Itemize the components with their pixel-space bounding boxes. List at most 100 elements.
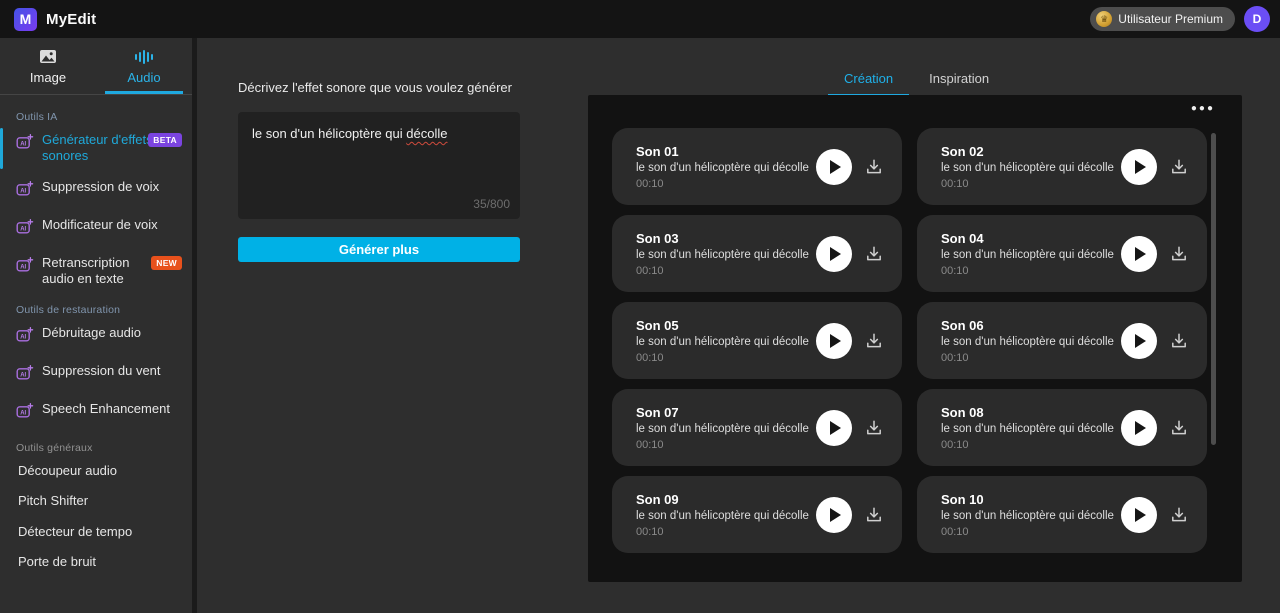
- ai-tool-icon: AI: [16, 218, 34, 241]
- sidebar-item-porte-de-bruit[interactable]: Porte de bruit: [0, 547, 192, 577]
- prompt-label: Décrivez l'effet sonore que vous voulez …: [238, 80, 512, 95]
- download-icon[interactable]: [864, 505, 884, 525]
- sound-card-son-02: Son 02 le son d'un hélicoptère qui décoll…: [917, 128, 1207, 205]
- download-icon[interactable]: [1169, 331, 1189, 351]
- sidebar-item-modificateur-de-voix[interactable]: AI Modificateur de voix: [0, 210, 192, 248]
- premium-label: Utilisateur Premium: [1118, 12, 1223, 26]
- card-description: le son d'un hélicoptère qui décolle: [941, 509, 1114, 522]
- sidebar-item-pitch-shifter[interactable]: Pitch Shifter: [0, 486, 192, 516]
- tab-inspiration[interactable]: Inspiration: [913, 65, 1005, 97]
- sidebar-section-outils-ia: Outils IA AI Générateur d'effets sonores BE…: [0, 111, 192, 294]
- sidebar-item-label: Modificateur de voix: [42, 216, 158, 232]
- audio-waveform-icon: [133, 48, 155, 65]
- download-icon[interactable]: [864, 157, 884, 177]
- myedit-logo-icon[interactable]: M: [14, 7, 37, 31]
- scrollbar-thumb[interactable]: [1211, 133, 1216, 445]
- badge-beta: BETA: [148, 133, 182, 147]
- card-description: le son d'un hélicoptère qui décolle: [636, 422, 809, 435]
- play-button[interactable]: [816, 409, 852, 446]
- sound-card-son-05: Son 05 le son d'un hélicoptère qui décoll…: [612, 302, 902, 379]
- sidebar-item-retranscription-audio-en-texte[interactable]: AI Retranscription audio en texte NEW: [0, 248, 192, 295]
- ai-tool-icon: AI: [16, 326, 34, 349]
- play-button[interactable]: [1121, 322, 1157, 359]
- sidebar-item-suppression-de-voix[interactable]: AI Suppression de voix: [0, 172, 192, 210]
- results-tabs: Création Inspiration: [828, 65, 1005, 97]
- card-duration: 00:10: [941, 264, 969, 277]
- card-text: Son 05 le son d'un hélicoptère qui décoll…: [636, 317, 809, 364]
- play-button[interactable]: [1121, 148, 1157, 185]
- download-icon[interactable]: [1169, 157, 1189, 177]
- card-text: Son 07 le son d'un hélicoptère qui décoll…: [636, 405, 809, 451]
- play-icon: [830, 159, 841, 174]
- card-description: le son d'un hélicoptère qui décolle: [941, 422, 1114, 435]
- prompt-textarea[interactable]: le son d'un hélicoptère qui décolle 35/8…: [238, 112, 520, 219]
- ai-tool-icon: AI: [16, 180, 34, 203]
- sidebar-item-debruitage-audio[interactable]: AI Débruitage audio: [0, 318, 192, 356]
- play-button[interactable]: [816, 148, 852, 185]
- tab-audio-label: Audio: [105, 70, 183, 94]
- play-icon: [1135, 420, 1146, 435]
- sidebar: Image Audio Outils IA AI Générateur d'effe…: [0, 38, 197, 613]
- badge-new: NEW: [151, 255, 182, 270]
- play-icon: [1135, 246, 1146, 261]
- card-duration: 00:10: [941, 351, 969, 364]
- premium-user-badge[interactable]: ♛ Utilisateur Premium: [1090, 7, 1235, 31]
- sound-card-son-06: Son 06 le son d'un hélicoptère qui décoll…: [917, 302, 1207, 379]
- section-header-outils-ia: Outils IA: [16, 111, 58, 123]
- play-button[interactable]: [1121, 496, 1157, 533]
- play-icon: [830, 333, 841, 348]
- sidebar-item-label: Détecteur de tempo: [18, 523, 133, 539]
- topbar: M MyEdit ♛ Utilisateur Premium D: [0, 0, 1280, 38]
- card-text: Son 01 le son d'un hélicoptère qui décoll…: [636, 143, 809, 190]
- card-duration: 00:10: [941, 438, 969, 451]
- sound-card-son-08: Son 08 le son d'un hélicoptère qui décoll…: [917, 389, 1207, 466]
- sidebar-item-speech-enhancement[interactable]: AI Speech Enhancement: [0, 394, 192, 432]
- play-button[interactable]: [816, 496, 852, 533]
- sidebar-item-label: Générateur d'effets sonores: [42, 132, 153, 164]
- card-title: Son 10: [941, 491, 984, 507]
- card-text: Son 02 le son d'un hélicoptère qui décoll…: [941, 143, 1114, 190]
- tab-image[interactable]: Image: [0, 38, 96, 94]
- results-panel: ●●● Son 01 le son d'un hélicoptère qui dé…: [588, 95, 1242, 582]
- more-options-icon[interactable]: ●●●: [1191, 104, 1215, 114]
- card-title: Son 09: [636, 491, 679, 507]
- card-title: Son 02: [941, 143, 984, 159]
- sidebar-item-suppression-du-vent[interactable]: AI Suppression du vent: [0, 356, 192, 394]
- sidebar-item-label: Retranscription audio en texte: [42, 254, 130, 286]
- generate-more-button[interactable]: Générer plus: [238, 237, 520, 262]
- card-duration: 00:10: [636, 264, 664, 277]
- sidebar-item-label: Speech Enhancement: [42, 401, 170, 416]
- card-title: Son 05: [636, 317, 679, 333]
- sidebar-item-generateur-d-effets-sonores[interactable]: AI Générateur d'effets sonores BETA: [0, 125, 192, 172]
- card-text: Son 10 le son d'un hélicoptère qui décoll…: [941, 491, 1114, 538]
- play-button[interactable]: [816, 235, 852, 272]
- play-button[interactable]: [1121, 409, 1157, 446]
- tab-creation[interactable]: Création: [828, 65, 910, 97]
- sidebar-item-detecteur-de-tempo[interactable]: Détecteur de tempo: [0, 517, 192, 547]
- download-icon[interactable]: [864, 418, 884, 438]
- download-icon[interactable]: [864, 331, 884, 351]
- prompt-text: le son d'un hélicoptère qui: [252, 126, 407, 141]
- download-icon[interactable]: [1169, 244, 1189, 264]
- generator-column: Décrivez l'effet sonore que vous voulez …: [238, 80, 520, 262]
- sidebar-tabs: Image Audio: [0, 38, 192, 95]
- card-title: Son 01: [636, 143, 679, 159]
- ai-tool-icon: AI: [16, 133, 34, 156]
- tab-audio[interactable]: Audio: [96, 38, 192, 94]
- play-icon: [830, 420, 841, 435]
- download-icon[interactable]: [1169, 418, 1189, 438]
- sidebar-item-decoupeur-audio[interactable]: Découpeur audio: [0, 456, 192, 486]
- avatar[interactable]: D: [1244, 6, 1270, 32]
- download-icon[interactable]: [864, 244, 884, 264]
- card-duration: 00:10: [636, 351, 664, 364]
- sound-card-son-10: Son 10 le son d'un hélicoptère qui décoll…: [917, 476, 1207, 553]
- sidebar-item-label: Suppression du vent: [42, 363, 161, 378]
- sidebar-item-label: Débruitage audio: [42, 325, 142, 340]
- play-button[interactable]: [816, 322, 852, 359]
- prompt-misspelled-word: décolle: [406, 126, 448, 141]
- svg-text:AI: AI: [20, 410, 26, 416]
- download-icon[interactable]: [1169, 505, 1189, 525]
- card-title: Son 08: [941, 404, 984, 420]
- play-button[interactable]: [1121, 235, 1157, 272]
- sidebar-section-outils-de-restauration: Outils de restauration AI Débruitage audio…: [0, 304, 192, 432]
